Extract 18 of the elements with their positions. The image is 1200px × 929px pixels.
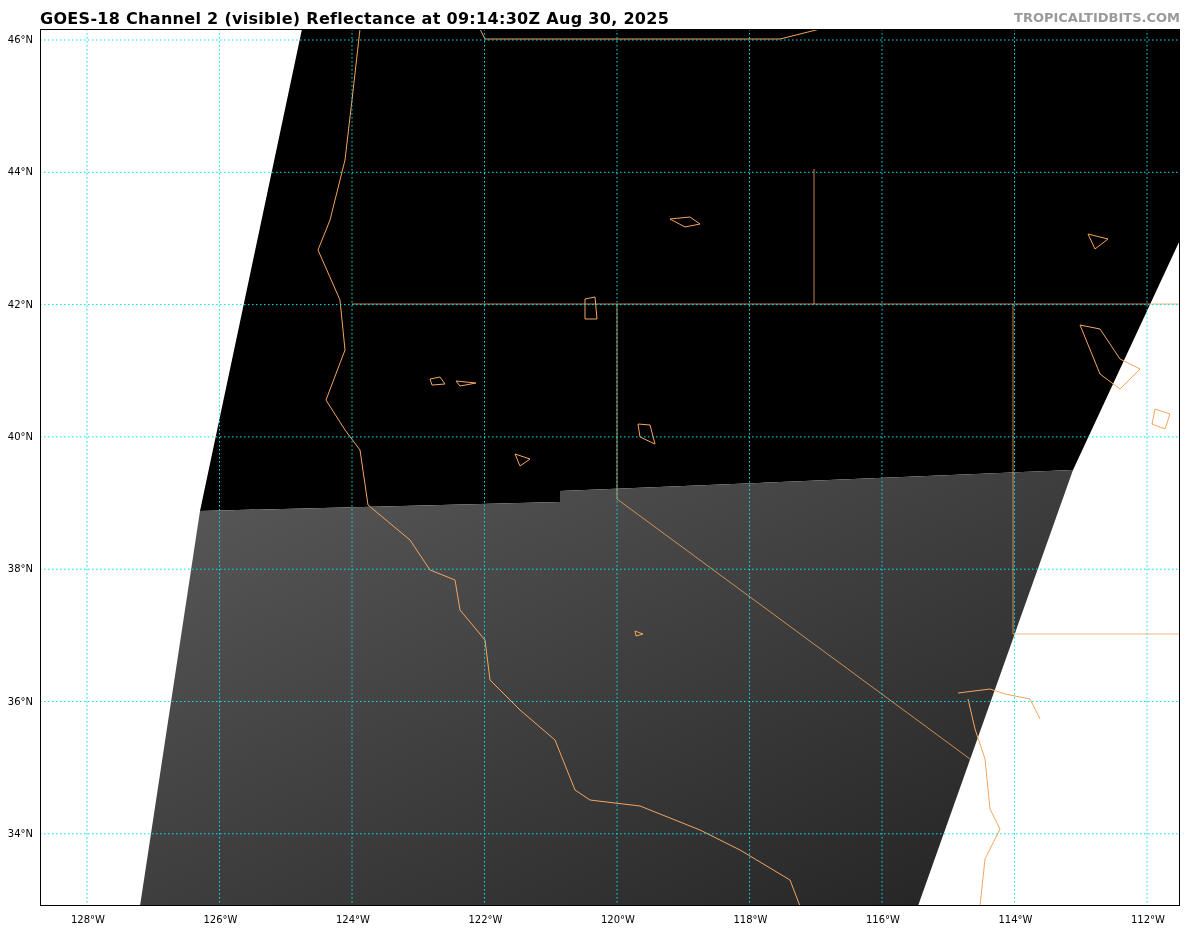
longitude-label: 124°W xyxy=(336,914,368,926)
site-label: TROPICALTIDBITS.COM xyxy=(1014,9,1180,26)
longitude-label: 118°W xyxy=(733,914,766,926)
longitude-label: 128°W xyxy=(71,914,103,926)
latitude-label: 34°N xyxy=(6,827,33,840)
latitude-label: 36°N xyxy=(6,695,33,708)
latitude-label: 38°N xyxy=(6,563,33,576)
latitude-label: 44°N xyxy=(6,166,33,179)
latitude-label: 40°N xyxy=(6,430,33,443)
longitude-label: 120°W xyxy=(601,914,633,926)
longitude-label: 122°W xyxy=(468,914,501,926)
latitude-label: 42°N xyxy=(6,298,33,311)
longitude-label: 126°W xyxy=(203,914,236,926)
longitude-label: 116°W xyxy=(866,914,898,926)
latitude-label: 46°N xyxy=(6,34,33,46)
longitude-label: 114°W xyxy=(998,914,1031,926)
map-title: GOES-18 Channel 2 (visible) Reflectance at 09:14:30Z Aug 30, 2025 xyxy=(40,9,670,28)
longitude-label: 112°W xyxy=(1131,914,1163,926)
